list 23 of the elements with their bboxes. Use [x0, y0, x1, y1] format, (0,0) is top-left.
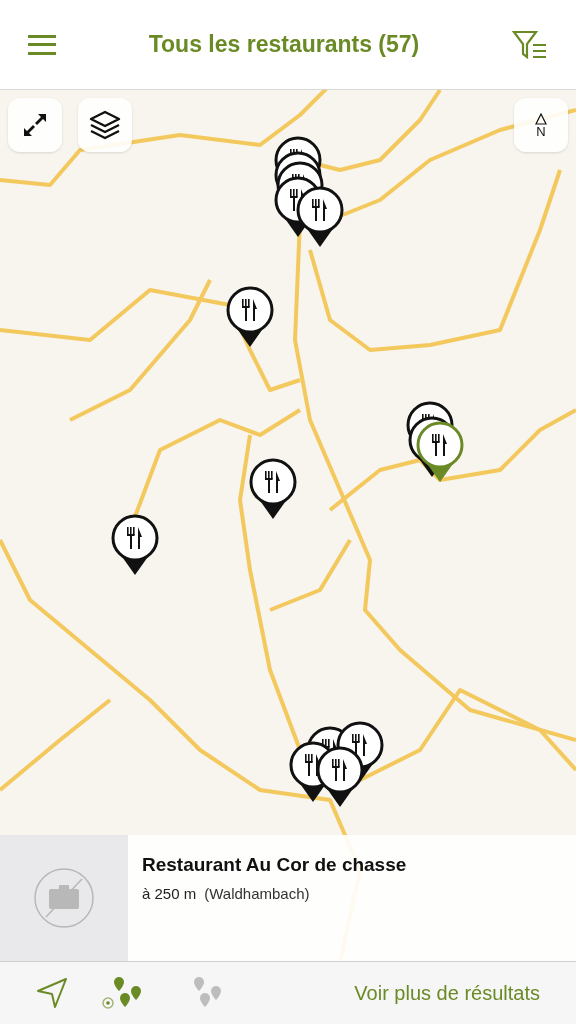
filter-icon[interactable]: [512, 28, 548, 61]
distance-text: à 250 m: [142, 883, 197, 904]
restaurant-pin-cluster-icon[interactable]: [405, 400, 465, 484]
layers-button[interactable]: [78, 98, 132, 152]
fullscreen-button[interactable]: [8, 98, 62, 152]
location-arrow-icon[interactable]: [36, 977, 68, 1009]
restaurant-pin-icon[interactable]: [248, 457, 298, 521]
restaurant-pin-cluster-icon[interactable]: [288, 720, 385, 809]
expand-arrows-icon: [22, 112, 48, 138]
restaurant-pin-icon[interactable]: [110, 513, 160, 577]
restaurant-name: Restaurant Au Cor de chasse: [142, 853, 407, 877]
restaurant-card[interactable]: Restaurant Au Cor de chasse à 250 m (Waldhambach): [0, 835, 576, 962]
map-background[interactable]: N Restaurant Au Cor de chasse à 250 m (Waldhambach): [0, 90, 576, 962]
page-title: Tous les restaurants (57): [148, 30, 420, 60]
layers-icon: [88, 108, 122, 142]
restaurant-pin-icon[interactable]: [225, 285, 275, 349]
no-photo-icon: [33, 867, 95, 929]
restaurant-pin-cluster-icon[interactable]: [273, 135, 345, 249]
compass-button[interactable]: N: [514, 98, 568, 152]
menu-icon[interactable]: [28, 32, 56, 57]
compass-arrow-icon: [535, 112, 547, 125]
place-text: (Waldhambach): [204, 883, 310, 904]
more-results-link[interactable]: Voir plus de résultats: [354, 978, 540, 1008]
